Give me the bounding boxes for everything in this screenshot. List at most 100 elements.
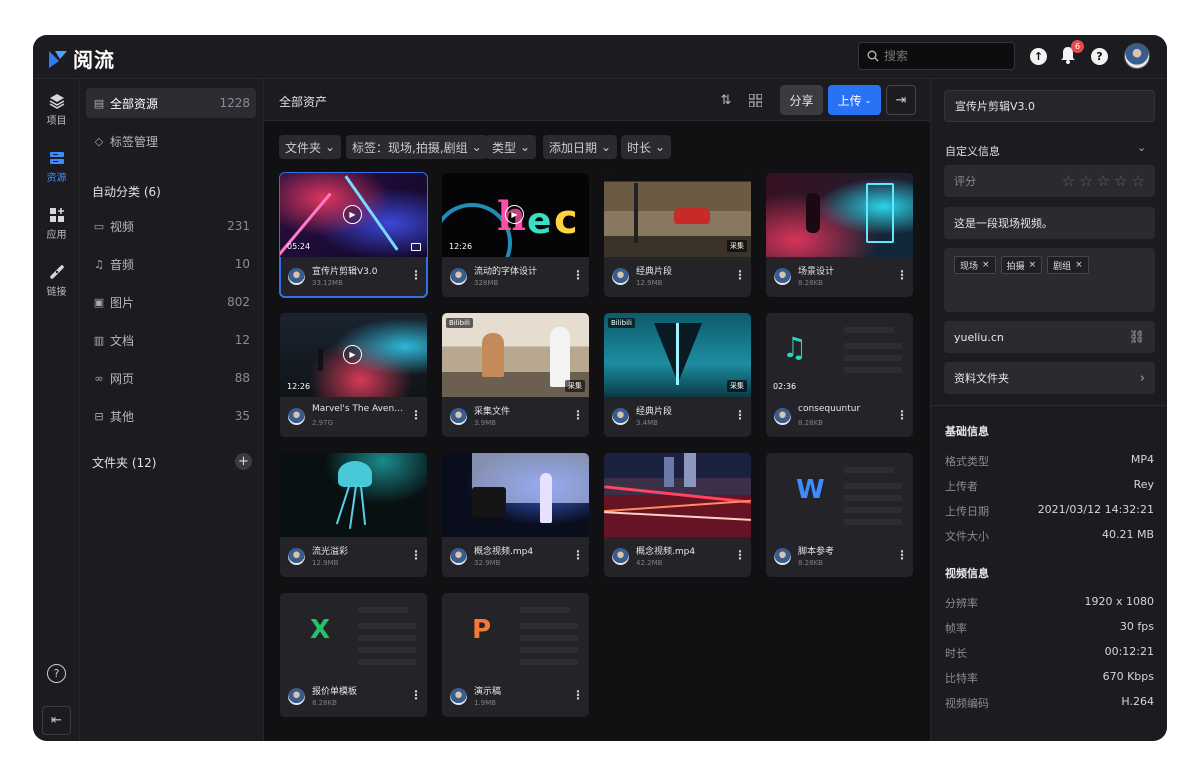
app-logo[interactable]: 阅流 xyxy=(47,44,115,73)
help-icon[interactable]: ? xyxy=(1091,48,1108,65)
sidebar-item-audio[interactable]: ♫ 音频 10 xyxy=(86,249,256,279)
filter-duration[interactable]: 时长 ⌄ xyxy=(621,135,672,159)
more-menu-icon[interactable]: ⋮ xyxy=(410,688,422,702)
asset-title-field[interactable]: 宣传片剪辑V3.0 xyxy=(944,90,1155,122)
tag-chip[interactable]: 拍摄 × xyxy=(1000,256,1043,274)
close-icon[interactable]: × xyxy=(1029,260,1037,270)
asset-card[interactable]: P 演示稿 1.9MB ⋮ xyxy=(442,593,589,717)
more-menu-icon[interactable]: ⋮ xyxy=(734,548,746,562)
info-value: 40.21 MB xyxy=(1101,528,1154,541)
info-row: 视频编码 H.264 xyxy=(945,695,1154,711)
export-icon[interactable]: ⇥ xyxy=(886,85,916,115)
link-field[interactable]: yueliu.cn ⛓ xyxy=(944,321,1155,353)
nav-item-projects[interactable]: 项目 xyxy=(33,93,80,127)
search-input[interactable] xyxy=(884,49,1004,63)
more-menu-icon[interactable]: ⋮ xyxy=(896,268,908,282)
star-rating[interactable]: ☆ ☆ ☆ ☆ ☆ xyxy=(1062,172,1145,190)
collapse-sidebar-button[interactable]: ⇤ xyxy=(42,706,71,735)
filter-tags[interactable]: 标签：现场,拍摄,剧组 ⌄ xyxy=(346,135,488,159)
chevron-right-icon[interactable]: › xyxy=(1140,371,1145,386)
info-key: 文件大小 xyxy=(945,530,989,543)
folder-field[interactable]: 资料文件夹 › xyxy=(944,362,1155,394)
star-icon[interactable]: ☆ xyxy=(1114,172,1127,190)
asset-card[interactable]: ▶ 05:24 宣传片剪辑V3.0 33.12MB ⋮ xyxy=(279,172,428,298)
more-menu-icon[interactable]: ⋮ xyxy=(734,268,746,282)
info-value: 670 Kbps xyxy=(1102,670,1154,683)
more-menu-icon[interactable]: ⋮ xyxy=(896,408,908,422)
asset-card[interactable]: ♫ 02:36 consequuntur 8.28KB ⋮ xyxy=(766,313,913,437)
asset-card[interactable]: 概念视频.mp4 32.9MB ⋮ xyxy=(442,453,589,577)
asset-card[interactable]: 采集 经典片段 12.9MB ⋮ xyxy=(604,173,751,297)
help-circle-icon[interactable]: ? xyxy=(47,664,66,683)
sidebar-item-docs[interactable]: ▥ 文档 12 xyxy=(86,325,256,355)
search-box[interactable] xyxy=(858,42,1015,70)
asset-size: 33.12MB xyxy=(312,279,343,287)
more-menu-icon[interactable]: ⋮ xyxy=(572,548,584,562)
play-icon[interactable]: ▶ xyxy=(343,205,362,224)
sort-icon[interactable]: ⇅ xyxy=(717,91,735,109)
more-menu-icon[interactable]: ⋮ xyxy=(734,408,746,422)
asset-card[interactable]: Bilibili 采集 经典片段 3.4MB ⋮ xyxy=(604,313,751,437)
upload-arrow-icon[interactable]: ↑ xyxy=(1030,48,1047,65)
tag-chip[interactable]: 现场 × xyxy=(954,256,996,274)
info-value: 1920 x 1080 xyxy=(1084,595,1155,608)
info-row: 文件大小 40.21 MB xyxy=(945,528,1154,544)
sidebar-item-video[interactable]: ▭ 视频 231 xyxy=(86,211,256,241)
description-field[interactable]: 这是一段现场视频。 xyxy=(944,207,1155,239)
user-avatar[interactable] xyxy=(1124,43,1150,69)
filter-type[interactable]: 类型 ⌄ xyxy=(486,135,537,159)
more-menu-icon[interactable]: ⋮ xyxy=(410,548,422,562)
layers-icon xyxy=(49,94,64,109)
more-menu-icon[interactable]: ⋮ xyxy=(410,408,422,422)
asset-card[interactable]: ▶ 12:26 Marvel's The Avengers 2.97G ⋮ xyxy=(280,313,427,437)
upload-button[interactable]: 上传 ⌄ xyxy=(828,85,881,115)
asset-card[interactable]: W 脚本参考 8.28KB ⋮ xyxy=(766,453,913,577)
filter-folder[interactable]: 文件夹 ⌄ xyxy=(279,135,342,159)
sidebar-item-all[interactable]: ▤ 全部资源 1228 xyxy=(86,88,256,118)
info-key: 上传日期 xyxy=(945,505,989,518)
play-icon[interactable]: ▶ xyxy=(505,205,524,224)
asset-card[interactable]: 流光溢彩 12.9MB ⋮ xyxy=(280,453,427,577)
sidebar-item-images[interactable]: ▣ 图片 802 xyxy=(86,287,256,317)
add-folder-button[interactable]: + xyxy=(235,453,252,470)
asset-card[interactable]: h e c ▶ 12:26 流动的字体设计 328MB ⋮ xyxy=(442,173,589,297)
sidebar-item-other[interactable]: ⊟ 其他 35 xyxy=(86,401,256,431)
nav-item-apps[interactable]: 应用 xyxy=(33,207,80,241)
sidebar-item-tags[interactable]: ◇ 标签管理 xyxy=(86,126,256,156)
image-icon: ▣ xyxy=(93,295,105,309)
chevron-down-icon[interactable]: ⌄ xyxy=(1137,141,1146,154)
collected-badge: 采集 xyxy=(565,380,585,392)
asset-card[interactable]: 场景设计 8.28KB ⋮ xyxy=(766,173,913,297)
tags-field[interactable]: 现场 × 拍摄 × 剧组 × xyxy=(944,248,1155,312)
share-button[interactable]: 分享 xyxy=(780,85,823,115)
chain-link-icon[interactable]: ⛓ xyxy=(1128,330,1145,345)
asset-name: Marvel's The Avengers xyxy=(312,404,404,414)
uploader-avatar xyxy=(612,268,629,285)
more-menu-icon[interactable]: ⋮ xyxy=(572,268,584,282)
more-menu-icon[interactable]: ⋮ xyxy=(572,688,584,702)
asset-card[interactable]: 概念视频.mp4 42.2MB ⋮ xyxy=(604,453,751,577)
filter-date[interactable]: 添加日期 ⌄ xyxy=(543,135,618,159)
close-icon[interactable]: × xyxy=(1075,260,1083,270)
asset-size: 1.9MB xyxy=(474,699,496,707)
more-menu-icon[interactable]: ⋮ xyxy=(896,548,908,562)
more-menu-icon[interactable]: ⋮ xyxy=(410,268,422,282)
star-icon[interactable]: ☆ xyxy=(1079,172,1092,190)
asset-card[interactable]: X 报价单模板 8.28KB ⋮ xyxy=(280,593,427,717)
star-icon[interactable]: ☆ xyxy=(1132,172,1145,190)
play-icon[interactable]: ▶ xyxy=(343,345,362,364)
info-value: MP4 xyxy=(1130,453,1154,466)
star-icon[interactable]: ☆ xyxy=(1097,172,1110,190)
asset-info: 报价单模板 8.28KB ⋮ xyxy=(280,677,427,717)
sidebar-item-web[interactable]: ∞ 网页 88 xyxy=(86,363,256,393)
detail-panel: 宣传片剪辑V3.0 自定义信息 ⌄ 评分 ☆ ☆ ☆ ☆ ☆ 这是一段现场视频。 现场 ×… xyxy=(930,79,1167,741)
ppt-thumbnail: P xyxy=(442,593,589,677)
close-icon[interactable]: × xyxy=(982,260,990,270)
nav-item-resources[interactable]: 资源 xyxy=(33,150,80,184)
star-icon[interactable]: ☆ xyxy=(1062,172,1075,190)
nav-item-links[interactable]: 链接 xyxy=(33,264,80,298)
asset-card[interactable]: Bilibili 采集 采集文件 3.9MB ⋮ xyxy=(442,313,589,437)
more-menu-icon[interactable]: ⋮ xyxy=(572,408,584,422)
tag-chip[interactable]: 剧组 × xyxy=(1047,256,1089,274)
grid-view-icon[interactable] xyxy=(746,91,764,109)
